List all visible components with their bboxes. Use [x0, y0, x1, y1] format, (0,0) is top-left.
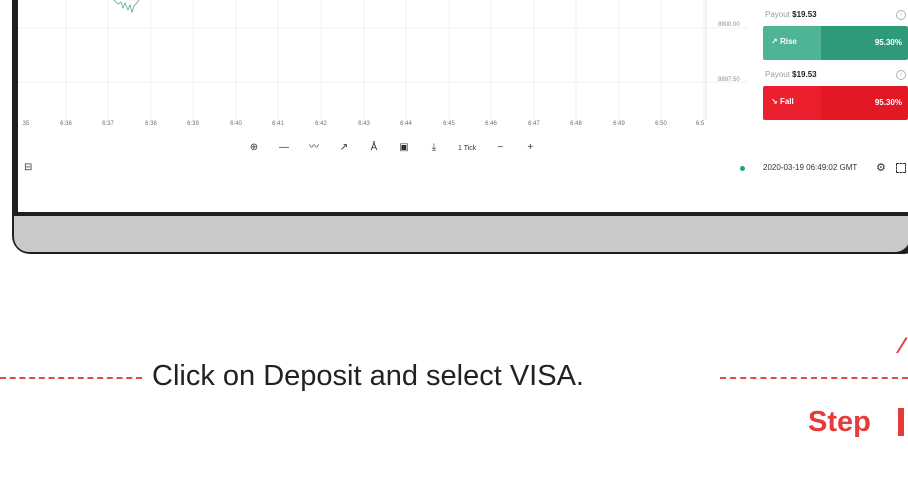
trend-line-icon[interactable]: 〰 [308, 142, 320, 154]
download-icon[interactable]: ⤓ [428, 142, 440, 154]
price-chart[interactable]: 8900.00 8897.50 [18, 0, 748, 120]
time-tick: 6:45 [443, 121, 455, 127]
time-axis: 35 6:36 6:37 6:38 6:39 6:40 6:41 6:42 6:… [18, 121, 748, 131]
rise-button[interactable]: ↗ Rise 95.30% [763, 26, 908, 60]
fall-arrow-icon: ↘ [771, 97, 778, 106]
rise-arrow-icon: ↗ [771, 37, 778, 46]
time-tick: 6:40 [230, 121, 242, 127]
info-icon[interactable]: i [896, 10, 906, 20]
time-tick: 6:47 [528, 121, 540, 127]
instruction-text: Click on Deposit and select VISA. [152, 360, 584, 392]
chart-canvas [18, 0, 748, 120]
info-icon[interactable]: i [896, 70, 906, 80]
time-tick: 6:44 [400, 121, 412, 127]
connection-status-icon [740, 166, 745, 171]
arrow-up-icon: ⁄ [900, 333, 904, 358]
rise-percent: 95.30% [874, 38, 902, 47]
chart-template-icon[interactable]: ▣ [398, 142, 410, 154]
chart-toolbar: ⊕ — 〰 ↗ Å ▣ ⤓ 1 Tick − + [248, 140, 536, 156]
server-clock: 2020-03-19 06:49:02 GMT [763, 163, 858, 172]
time-tick: 6:38 [145, 121, 157, 127]
fall-percent: 95.30% [874, 98, 902, 107]
trading-screen: 8900.00 8897.50 35 6:36 6:37 6:38 6:39 6… [18, 0, 908, 212]
time-tick: 6:42 [315, 121, 327, 127]
rise-text: Rise [779, 37, 797, 46]
time-tick: 6:39 [187, 121, 199, 127]
time-tick: 6:48 [570, 121, 582, 127]
fall-label: ↘ Fall [771, 97, 794, 106]
crosshair-icon[interactable]: ⊕ [248, 142, 260, 154]
price-label: 8897.50 [718, 77, 740, 83]
horizontal-line-icon[interactable]: — [278, 142, 290, 154]
fullscreen-icon[interactable] [896, 163, 906, 173]
time-tick: 6:41 [272, 121, 284, 127]
payout-label: Payout [765, 70, 793, 79]
zoom-in-button[interactable]: + [524, 142, 536, 154]
time-tick: 35 [22, 121, 30, 127]
fall-button[interactable]: ↘ Fall 95.30% [763, 86, 908, 120]
time-tick: 6:37 [102, 121, 114, 127]
status-bar: ⊟ 2020-03-19 06:49:02 GMT ⚙ [18, 162, 908, 176]
zoom-out-button[interactable]: − [494, 142, 506, 154]
step-label: Step [808, 406, 871, 438]
positions-briefcase-icon[interactable]: ⊟ [24, 162, 32, 173]
dashed-divider-left [0, 377, 142, 379]
time-tick: 6:36 [60, 121, 72, 127]
payout-value: $19.53 [792, 70, 817, 79]
step-number-fragment [898, 408, 904, 436]
time-tick: 6:43 [358, 121, 370, 127]
fall-payout: Payout $19.53 [765, 70, 817, 79]
time-tick: 6:49 [613, 121, 625, 127]
time-tick: 6:50 [655, 121, 667, 127]
interval-selector[interactable]: 1 Tick [458, 145, 476, 152]
arrow-line-icon[interactable]: ↗ [338, 142, 350, 154]
settings-gear-icon[interactable]: ⚙ [876, 161, 886, 174]
monitor-chin [14, 216, 908, 252]
price-label: 8900.00 [718, 22, 740, 28]
payout-label: Payout [765, 10, 793, 19]
price-line [113, 0, 140, 14]
compass-icon[interactable]: Å [368, 142, 380, 154]
time-tick: 6:5 [695, 121, 705, 127]
fall-text: Fall [779, 97, 794, 106]
time-tick: 6:46 [485, 121, 497, 127]
dashed-divider-right [720, 377, 908, 379]
payout-value: $19.53 [792, 10, 817, 19]
rise-label: ↗ Rise [771, 37, 797, 46]
rise-payout: Payout $19.53 [765, 10, 817, 19]
